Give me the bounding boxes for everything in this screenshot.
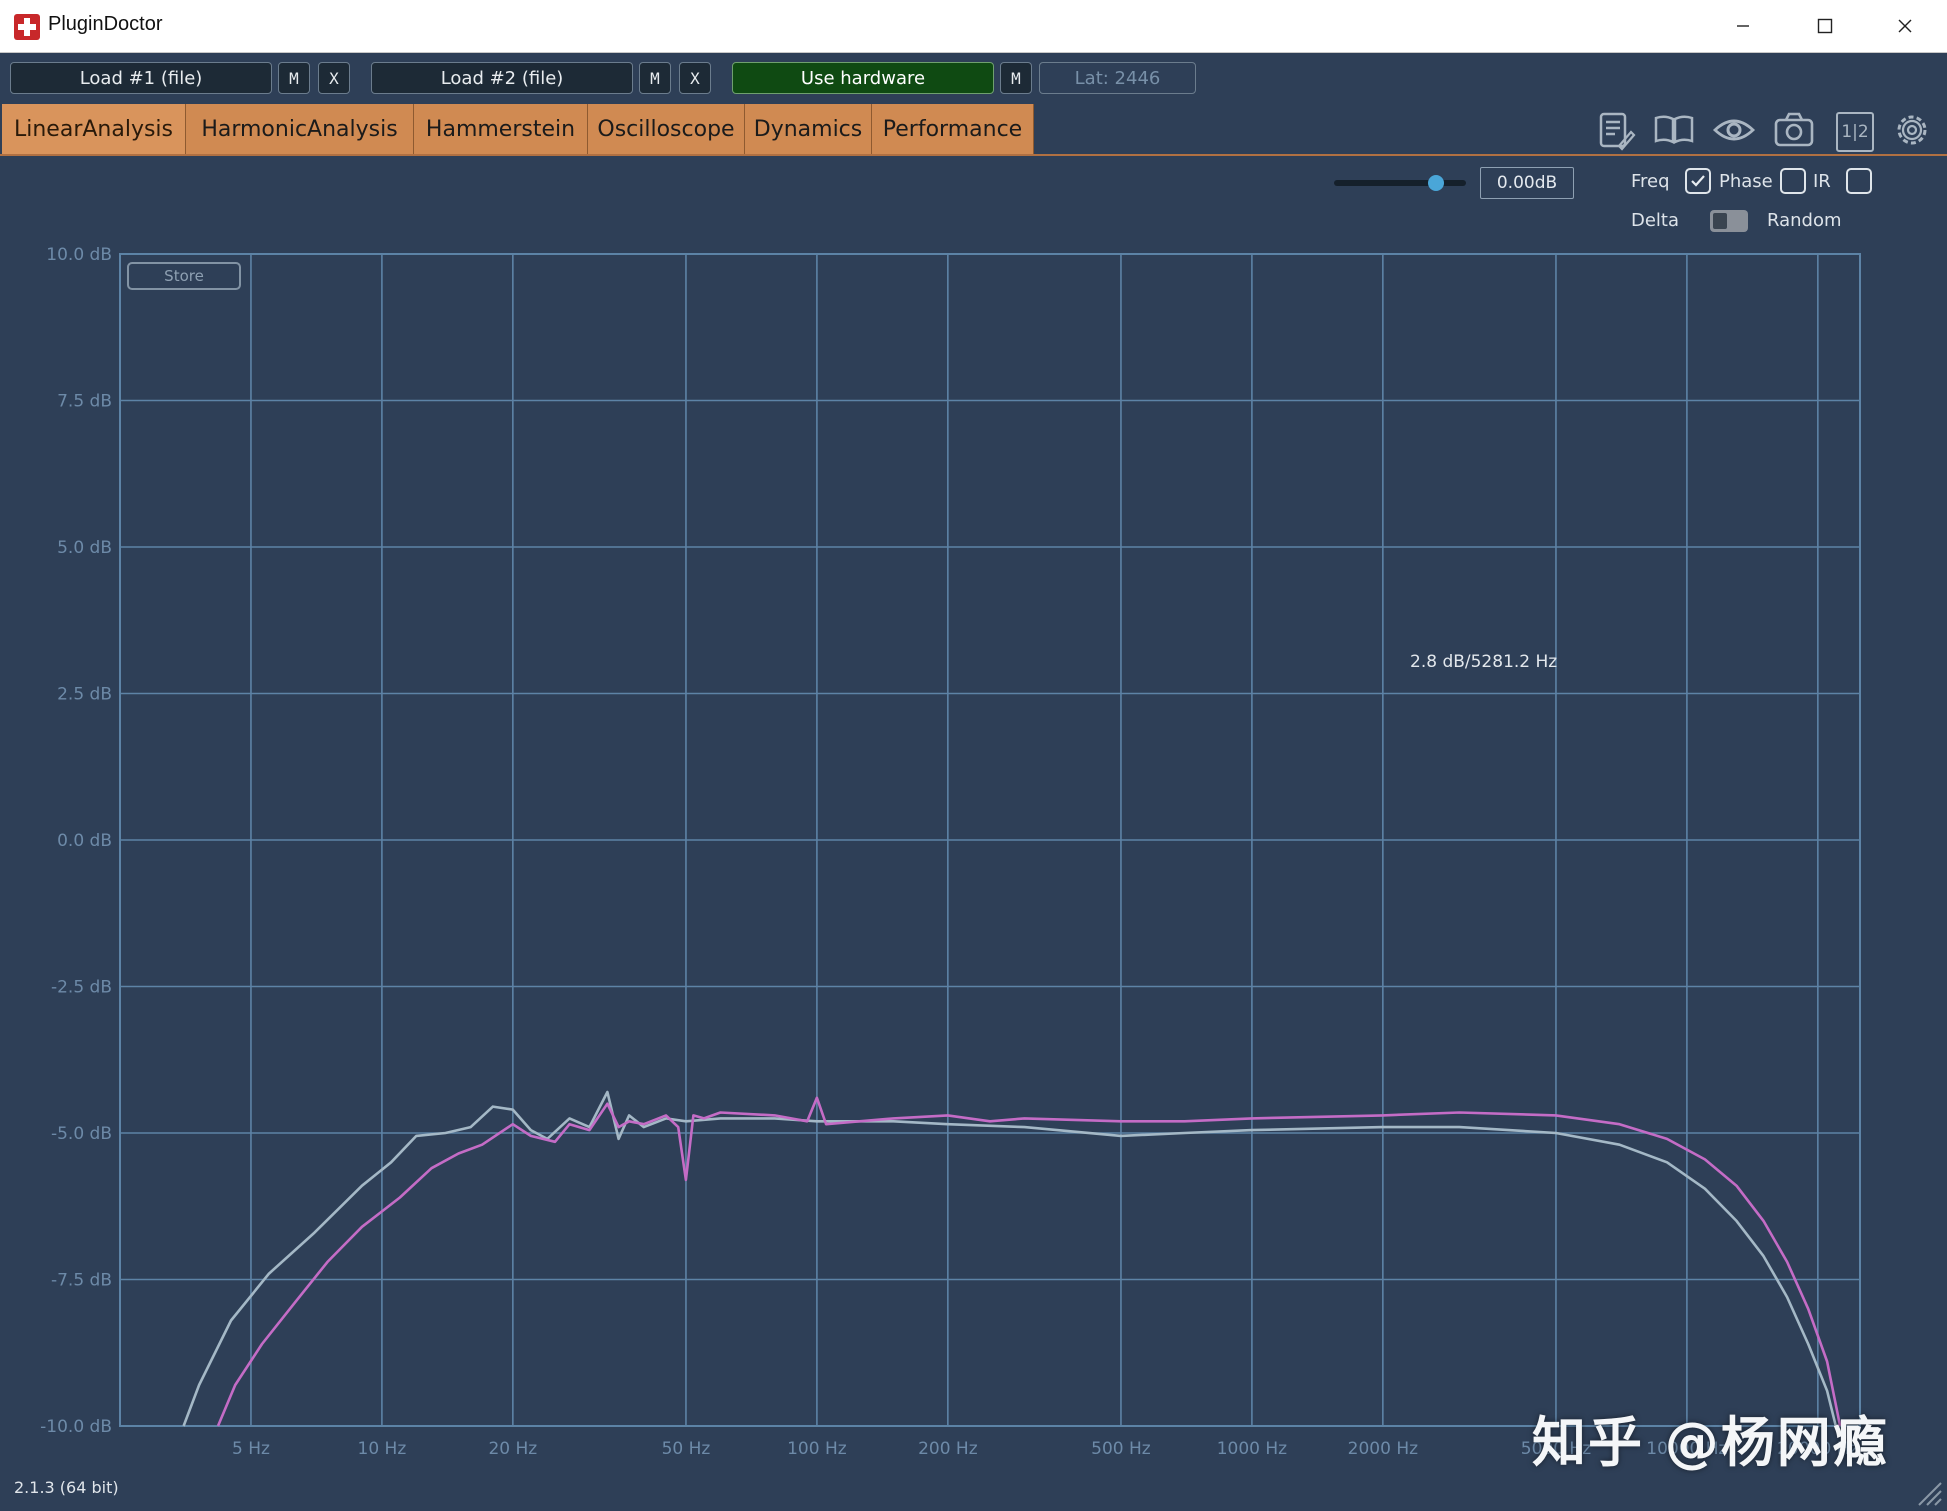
- close-icon: [1898, 19, 1912, 33]
- close-button[interactable]: [1876, 0, 1934, 52]
- frequency-response-chart[interactable]: 10.0 dB 7.5 dB 5.0 dB 2.5 dB 0.0 dB -2.5 dB -5…: [0, 230, 1947, 1480]
- x-tick-label: 5 Hz: [232, 1439, 270, 1459]
- tab-oscilloscope[interactable]: Oscilloscope: [588, 104, 745, 154]
- minimize-button[interactable]: [1714, 0, 1772, 52]
- gain-value-field[interactable]: 0.00dB: [1480, 167, 1574, 199]
- split-1-2-icon[interactable]: 1|2: [1832, 108, 1876, 152]
- x-tick-label: 100 Hz: [787, 1439, 847, 1459]
- camera-icon[interactable]: [1772, 108, 1816, 152]
- mute-1-button[interactable]: M: [278, 62, 310, 94]
- phase-label: Phase: [1719, 171, 1773, 192]
- delta-label: Delta: [1631, 210, 1680, 231]
- series-line-2: [216, 1096, 1842, 1427]
- y-tick-label: 0.0 dB: [57, 831, 112, 851]
- notes-icon[interactable]: [1593, 108, 1637, 152]
- tab-hammerstein[interactable]: Hammerstein: [414, 104, 588, 154]
- cursor-readout: 2.8 dB/5281.2 Hz: [1410, 652, 1558, 672]
- y-tick-label: -7.5 dB: [51, 1271, 112, 1291]
- y-tick-label: 2.5 dB: [57, 685, 112, 705]
- resize-grip-icon[interactable]: [1915, 1479, 1943, 1507]
- y-tick-label: 10.0 dB: [46, 245, 112, 265]
- latency-display: Lat: 2446: [1039, 62, 1196, 94]
- freq-label: Freq: [1631, 171, 1670, 192]
- y-tick-label: -10.0 dB: [40, 1417, 112, 1437]
- gain-slider-knob[interactable]: [1427, 175, 1444, 191]
- y-tick-label: -5.0 dB: [51, 1124, 112, 1144]
- title-bar: PluginDoctor: [0, 0, 1947, 53]
- window-title: PluginDoctor: [48, 13, 163, 35]
- tab-underline: [0, 154, 1947, 156]
- x-tick-label: 200 Hz: [918, 1439, 978, 1459]
- version-label: 2.1.3 (64 bit): [14, 1478, 119, 1497]
- maximize-button[interactable]: [1796, 0, 1854, 52]
- eye-icon[interactable]: [1712, 108, 1756, 152]
- use-hardware-button[interactable]: Use hardware: [732, 62, 994, 94]
- store-button[interactable]: Store: [127, 262, 241, 290]
- ir-label: IR: [1813, 171, 1831, 192]
- minimize-icon: [1737, 25, 1749, 27]
- x-tick-label: 10 Hz: [358, 1439, 407, 1459]
- split-1-2-label: 1|2: [1836, 112, 1874, 152]
- load-1-button[interactable]: Load #1 (file): [10, 62, 272, 94]
- remove-1-button[interactable]: X: [318, 62, 350, 94]
- mute-2-button[interactable]: M: [639, 62, 671, 94]
- y-tick-label: 5.0 dB: [57, 538, 112, 558]
- tab-harmonic-analysis[interactable]: HarmonicAnalysis: [186, 104, 414, 154]
- maximize-icon: [1817, 18, 1833, 34]
- freq-checkbox[interactable]: [1685, 168, 1711, 194]
- delta-random-toggle[interactable]: [1710, 210, 1748, 232]
- y-tick-label: -2.5 dB: [51, 978, 112, 998]
- x-tick-label: 20 Hz: [488, 1439, 537, 1459]
- remove-2-button[interactable]: X: [679, 62, 711, 94]
- series-line-1: [182, 1090, 1838, 1427]
- tab-performance[interactable]: Performance: [872, 104, 1034, 154]
- x-tick-label: 50 Hz: [662, 1439, 711, 1459]
- x-tick-label: 2000 Hz: [1348, 1439, 1418, 1459]
- y-tick-label: 7.5 dB: [57, 392, 112, 412]
- phase-checkbox[interactable]: [1780, 168, 1806, 194]
- gain-slider[interactable]: [1334, 175, 1466, 191]
- app-logo-icon: [14, 14, 40, 40]
- tab-linear-analysis[interactable]: LinearAnalysis: [2, 104, 186, 154]
- checkmark-icon: [1691, 175, 1705, 187]
- book-icon[interactable]: [1652, 108, 1696, 152]
- random-label: Random: [1767, 210, 1842, 231]
- x-tick-label: 500 Hz: [1091, 1439, 1151, 1459]
- ir-checkbox[interactable]: [1846, 168, 1872, 194]
- x-tick-label: 1000 Hz: [1217, 1439, 1287, 1459]
- load-2-button[interactable]: Load #2 (file): [371, 62, 633, 94]
- watermark: 知乎 @杨网瘾: [1532, 1411, 1889, 1474]
- gear-icon[interactable]: [1890, 108, 1934, 152]
- tab-dynamics[interactable]: Dynamics: [745, 104, 872, 154]
- mute-hardware-button[interactable]: M: [1000, 62, 1032, 94]
